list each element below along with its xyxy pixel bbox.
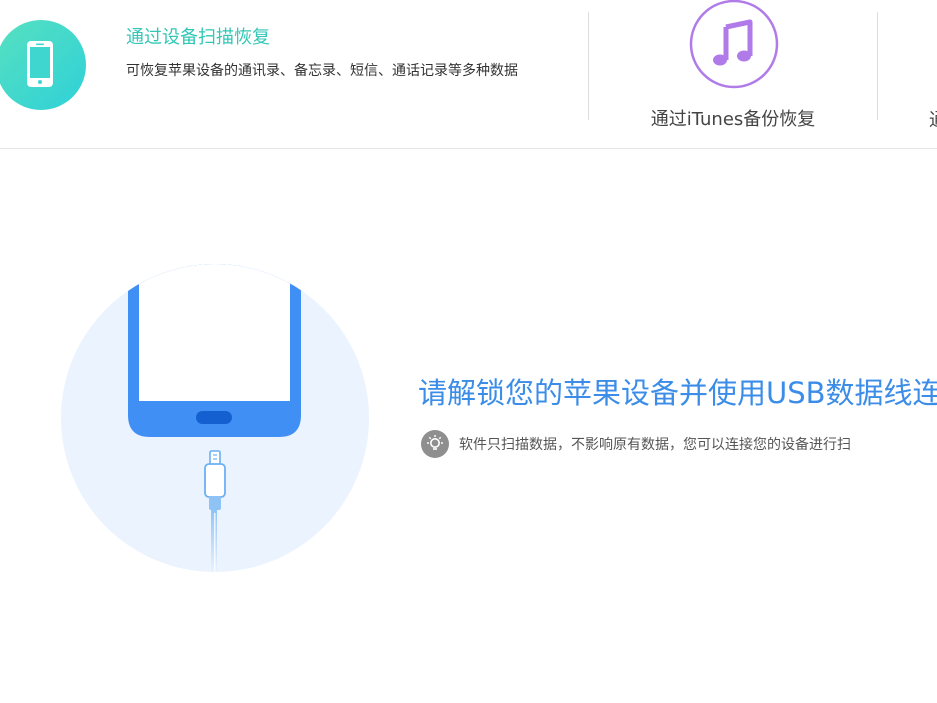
phone-icon <box>0 20 86 110</box>
mode-itunes-backup[interactable]: 通过iTunes备份恢复 <box>590 0 876 148</box>
connect-instruction-title: 请解锁您的苹果设备并使用USB数据线连 <box>418 376 937 410</box>
mode-device-description: 可恢复苹果设备的通讯录、备忘录、短信、通话记录等多种数据 <box>126 63 518 79</box>
recovery-page: 通过设备扫描恢复 可恢复苹果设备的通讯录、备忘录、短信、通话记录等多种数据 通过… <box>0 0 937 703</box>
music-note-icon <box>689 0 779 89</box>
lightbulb-icon <box>421 430 449 458</box>
mode-device-scan[interactable]: 通过设备扫描恢复 可恢复苹果设备的通讯录、备忘录、短信、通话记录等多种数据 <box>0 0 588 148</box>
mode-itunes-label: 通过iTunes备份恢复 <box>650 109 816 130</box>
mode-third-label: 通 <box>929 106 937 132</box>
mode-divider <box>877 12 878 120</box>
mode-device-title: 通过设备扫描恢复 <box>126 27 270 48</box>
mode-third-option[interactable]: 通 <box>929 0 937 148</box>
connect-device-illustration <box>61 264 369 572</box>
mode-divider <box>588 12 589 120</box>
tip-text: 软件只扫描数据，不影响原有数据，您可以连接您的设备进行扫 <box>459 437 851 453</box>
recovery-mode-bar: 通过设备扫描恢复 可恢复苹果设备的通讯录、备忘录、短信、通话记录等多种数据 通过… <box>0 0 937 149</box>
